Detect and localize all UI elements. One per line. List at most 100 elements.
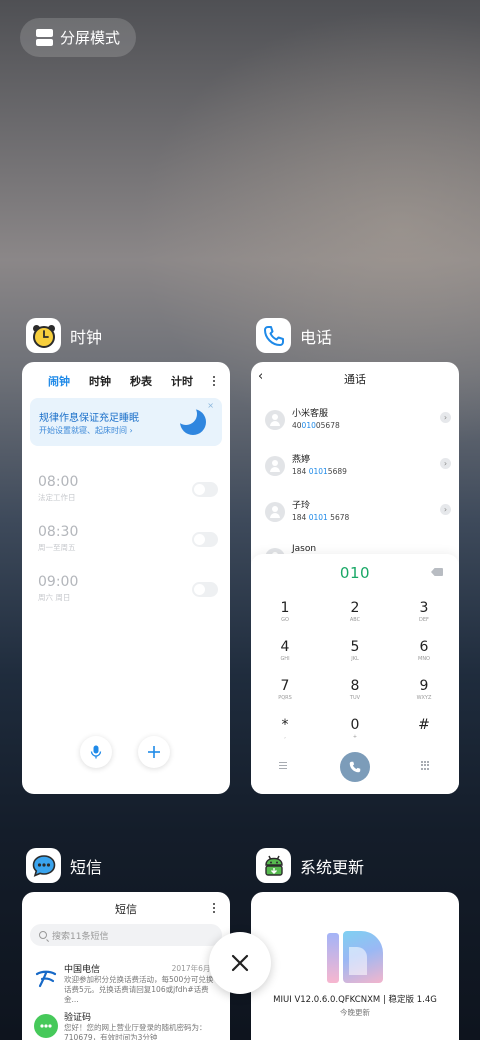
alarm-time: 08:00 — [38, 474, 79, 490]
microphone-icon — [90, 745, 102, 759]
dial-key[interactable]: 6 MNO — [404, 639, 444, 662]
contact-name: Jason — [292, 544, 317, 554]
phone-top-bar: ‹ 通话 — [251, 362, 459, 392]
banner-close-icon[interactable]: × — [207, 401, 214, 410]
dial-key[interactable]: 5 JKL — [335, 639, 375, 662]
alarm-toggle[interactable] — [192, 482, 218, 497]
split-screen-icon — [36, 29, 53, 46]
dial-key[interactable]: *, — [265, 717, 305, 740]
voice-alarm-button[interactable] — [80, 736, 112, 768]
sms-thread[interactable]: 中国电信 2017年6月30 欢迎参加积分兑换话费活动，每500分可兑换话费5元… — [34, 962, 220, 1004]
contact-item[interactable]: 燕婷 184 01015689 › — [265, 452, 451, 482]
tab-clock[interactable]: 时钟 — [89, 373, 111, 389]
alarm-item[interactable]: 09:00 周六 周日 — [38, 574, 218, 614]
dialpad-toggle-icon[interactable] — [421, 761, 429, 770]
contact-detail-icon[interactable]: › — [440, 504, 451, 515]
sleep-banner-title: 规律作息保证充足睡眠 — [39, 413, 139, 424]
dial-key[interactable]: 4 GHI — [265, 639, 305, 662]
dial-key[interactable]: 2 ABC — [335, 600, 375, 623]
sms-top-bar: 短信 — [22, 892, 230, 922]
contact-item[interactable]: 子玲 184 0101 5678 › — [265, 498, 451, 528]
menu-icon[interactable] — [279, 762, 287, 769]
update-app-name: 系统更新 — [300, 857, 365, 877]
clock-app-header[interactable]: 时钟 — [26, 318, 102, 353]
version-label: MIUI V12.0.6.0.QFKCNXM | 稳定版 1.4G — [273, 995, 437, 1005]
sms-preview: 欢迎参加积分兑换话费活动，每500分可兑换话费5元。兑换话费请回复106或jfd… — [64, 975, 214, 1004]
plus-icon — [148, 746, 160, 758]
phone-app-icon — [256, 318, 291, 353]
sms-sender: 中国电信 — [64, 965, 101, 975]
clock-app-icon — [26, 318, 61, 353]
avatar — [265, 502, 285, 522]
update-app-header[interactable]: 系统更新 — [256, 848, 364, 883]
dial-key[interactable]: 9 WXYZ — [404, 678, 444, 701]
phone-app-card[interactable]: ‹ 通话 小米客服 4001005678 › 燕婷 184 01015689 ›… — [251, 362, 459, 794]
close-icon — [231, 954, 249, 972]
contact-name: 小米客服 — [292, 409, 329, 419]
alarm-item[interactable]: 08:30 周一至周五 — [38, 524, 218, 564]
update-schedule[interactable]: 今晚更新 — [251, 1007, 459, 1018]
dial-key[interactable]: 0 + — [335, 717, 375, 740]
phone-app-header[interactable]: 电话 — [256, 318, 332, 353]
contact-item[interactable]: 小米客服 4001005678 › — [265, 406, 451, 436]
system-update-icon — [256, 848, 291, 883]
dial-key[interactable]: # — [404, 717, 444, 734]
add-alarm-button[interactable] — [138, 736, 170, 768]
sms-app-card[interactable]: 短信 搜索11条短信 中国电信 2017年6月30 欢迎参加积分兑换话费活动，每… — [22, 892, 230, 1040]
contact-number: 184 01015689 — [292, 467, 347, 476]
alarm-toggle[interactable] — [192, 532, 218, 547]
moon-icon — [175, 403, 206, 435]
sms-thread[interactable]: 验证码 您好！您的网上营业厅登录的随机密码为：710679，有效时间为3分钟 — [34, 1010, 220, 1040]
split-screen-button[interactable]: 分屏模式 — [20, 18, 136, 57]
phone-icon — [349, 761, 361, 773]
phone-app-name: 电话 — [300, 327, 333, 347]
clock-tab-bar: 闹钟 时钟 秒表 计时 — [22, 362, 230, 392]
search-icon — [39, 931, 47, 939]
search-placeholder: 搜索11条短信 — [52, 931, 109, 942]
tab-alarm[interactable]: 闹钟 — [48, 373, 70, 389]
more-icon[interactable] — [212, 376, 216, 386]
dial-key[interactable]: 8 TUV — [335, 678, 375, 701]
alarm-repeat: 周一至周五 — [38, 543, 76, 552]
update-app-card[interactable]: MIUI V12.0.6.0.QFKCNXM | 稳定版 1.4G 今晚更新 — [251, 892, 459, 1040]
call-button[interactable] — [340, 752, 370, 782]
clock-app-card[interactable]: 闹钟 时钟 秒表 计时 规律作息保证充足睡眠 开始设置就寝、起床时间 › × 0… — [22, 362, 230, 794]
tab-timer[interactable]: 计时 — [171, 373, 193, 389]
contact-name: 子玲 — [292, 501, 311, 511]
sms-preview: 您好！您的网上营业厅登录的随机密码为：710679，有效时间为3分钟 — [64, 1023, 207, 1040]
alarm-item[interactable]: 08:00 法定工作日 — [38, 474, 218, 514]
dial-key[interactable]: 1 GO — [265, 600, 305, 623]
sms-search-input[interactable]: 搜索11条短信 — [30, 924, 222, 946]
alarm-time: 09:00 — [38, 574, 79, 590]
dialpad: 010 1 GO 2 ABC 3 DEF 4 GHI 5 JKL 6 MNO 7 PQRS 8… — [251, 554, 459, 794]
contact-number: 4001005678 — [292, 421, 340, 430]
contact-name: 燕婷 — [292, 455, 311, 465]
alarm-time: 08:30 — [38, 524, 79, 540]
clock-app-name: 时钟 — [70, 327, 103, 347]
sms-app-name: 短信 — [70, 857, 103, 877]
sms-title: 短信 — [115, 903, 137, 916]
alarm-repeat: 法定工作日 — [38, 493, 76, 502]
alarm-repeat: 周六 周日 — [38, 593, 71, 602]
contact-number: 184 0101 5678 — [292, 513, 350, 522]
dial-key[interactable]: 3 DEF — [404, 600, 444, 623]
sms-app-header[interactable]: 短信 — [26, 848, 102, 883]
sleep-banner-subtitle: 开始设置就寝、起床时间 › — [39, 426, 133, 435]
sleep-banner[interactable]: 规律作息保证充足睡眠 开始设置就寝、起床时间 › × — [30, 398, 222, 446]
china-telecom-avatar — [34, 966, 58, 990]
dial-input[interactable]: 010 — [251, 564, 459, 582]
tab-stopwatch[interactable]: 秒表 — [130, 373, 152, 389]
more-icon[interactable] — [212, 903, 216, 913]
sms-sender: 验证码 — [64, 1013, 92, 1023]
miui12-logo — [327, 931, 383, 983]
verification-avatar — [34, 1014, 58, 1038]
sms-app-icon — [26, 848, 61, 883]
avatar — [265, 410, 285, 430]
phone-title: 通话 — [344, 373, 366, 386]
alarm-toggle[interactable] — [192, 582, 218, 597]
clear-all-button[interactable] — [209, 932, 271, 994]
contact-detail-icon[interactable]: › — [440, 458, 451, 469]
avatar — [265, 456, 285, 476]
dial-key[interactable]: 7 PQRS — [265, 678, 305, 701]
contact-detail-icon[interactable]: › — [440, 412, 451, 423]
